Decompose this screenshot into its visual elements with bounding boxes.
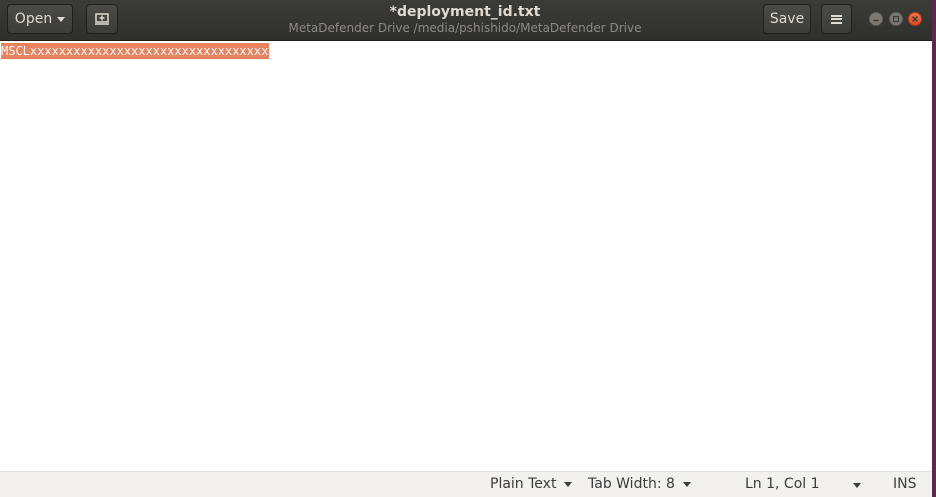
- hamburger-menu-icon: [831, 14, 842, 24]
- language-selector[interactable]: Plain Text: [490, 476, 573, 492]
- insert-mode-indicator: INS: [893, 476, 917, 492]
- chevron-down-icon[interactable]: [853, 483, 861, 488]
- open-button-label: Open: [14, 11, 53, 27]
- insert-mode-label: INS: [893, 476, 917, 492]
- chevron-down-icon: [682, 481, 691, 487]
- maximize-icon: [892, 15, 900, 23]
- status-bar: Plain Text Tab Width: 8 Ln 1, Col 1 INS: [0, 471, 932, 497]
- chevron-down-icon: [57, 16, 66, 22]
- close-button[interactable]: [908, 12, 922, 26]
- open-button[interactable]: Open: [7, 4, 73, 34]
- cursor-position-label: Ln 1, Col 1: [745, 476, 820, 492]
- text-editor-window: Open *deployment_id.txt MetaDefender Dri…: [0, 0, 932, 497]
- tab-width-selector[interactable]: Tab Width: 8: [588, 476, 691, 492]
- file-path: MetaDefender Drive /media/pshishido/Meta…: [288, 21, 642, 35]
- chevron-down-icon: [564, 481, 573, 487]
- minimize-icon: [873, 19, 879, 22]
- selected-text-line[interactable]: MSCLxxxxxxxxxxxxxxxxxxxxxxxxxxxxxxxxx: [1, 43, 270, 59]
- header-bar: Open *deployment_id.txt MetaDefender Dri…: [0, 0, 932, 41]
- new-tab-icon: [95, 13, 109, 25]
- close-icon: [912, 16, 918, 22]
- tab-width-label: Tab Width: 8: [588, 476, 675, 492]
- language-label: Plain Text: [490, 476, 557, 492]
- window-title: *deployment_id.txt: [389, 4, 541, 20]
- minimize-button[interactable]: [869, 12, 883, 26]
- text-area[interactable]: MSCLxxxxxxxxxxxxxxxxxxxxxxxxxxxxxxxxx: [0, 41, 932, 471]
- menu-button[interactable]: [821, 4, 852, 34]
- new-document-button[interactable]: [86, 4, 118, 34]
- save-button[interactable]: Save: [763, 4, 811, 34]
- cursor-position[interactable]: Ln 1, Col 1: [745, 476, 820, 492]
- maximize-button[interactable]: [889, 12, 903, 26]
